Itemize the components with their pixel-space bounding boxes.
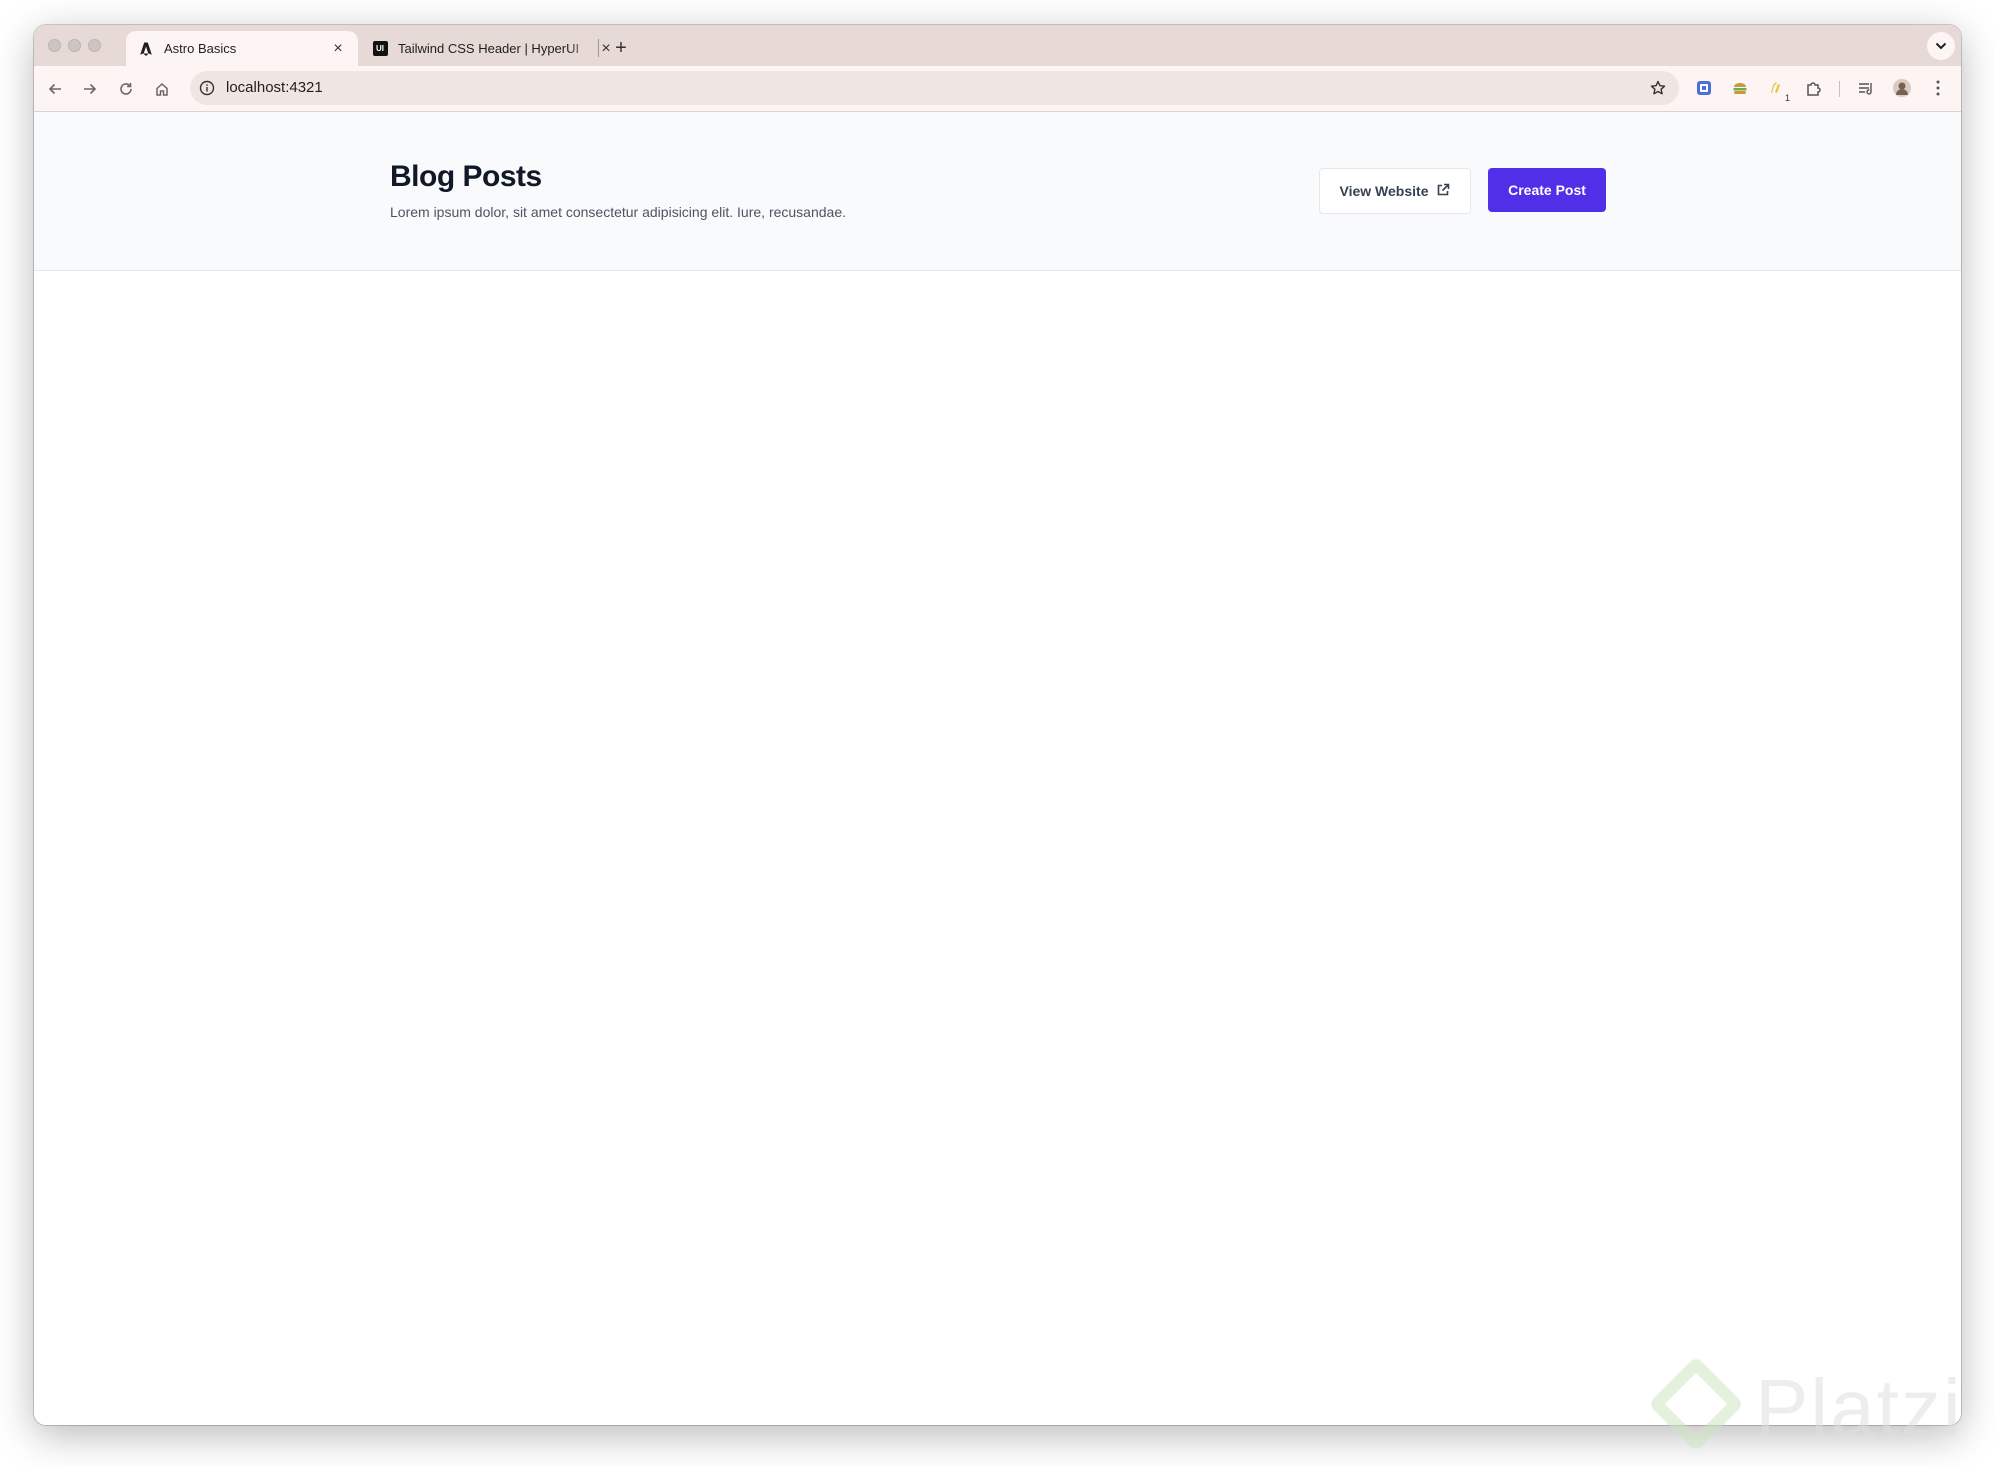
ext-blue-icon[interactable] bbox=[1692, 76, 1716, 100]
tab-astro-basics[interactable]: Astro Basics × bbox=[126, 31, 358, 66]
ext-pencil-icon[interactable]: 1 bbox=[1764, 76, 1790, 103]
astro-icon bbox=[138, 41, 154, 57]
tab-title: Astro Basics bbox=[164, 41, 237, 56]
puzzle-icon[interactable] bbox=[1802, 76, 1826, 100]
new-tab-icon[interactable]: + bbox=[608, 35, 634, 61]
close-window-button[interactable] bbox=[48, 39, 61, 52]
tab-search-chevron-icon[interactable] bbox=[1927, 32, 1955, 60]
view-website-label: View Website bbox=[1339, 183, 1429, 199]
watermark-text: Platzi bbox=[1755, 1363, 1963, 1452]
tab-title: Tailwind CSS Header | HyperUI bbox=[398, 41, 580, 56]
url-text[interactable]: localhost:4321 bbox=[226, 71, 323, 105]
page-header: Blog Posts Lorem ipsum dolor, sit amet c… bbox=[34, 112, 1961, 271]
minimize-window-button[interactable] bbox=[68, 39, 81, 52]
forward-icon[interactable] bbox=[76, 75, 104, 103]
info-icon[interactable] bbox=[198, 79, 216, 97]
ext-sandwich-icon[interactable] bbox=[1728, 76, 1752, 100]
view-website-button[interactable]: View Website bbox=[1319, 168, 1471, 214]
home-icon[interactable] bbox=[148, 75, 176, 103]
page-viewport: Blog Posts Lorem ipsum dolor, sit amet c… bbox=[34, 112, 1961, 1425]
page-subtitle: Lorem ipsum dolor, sit amet consectetur … bbox=[390, 204, 847, 220]
address-bar[interactable]: localhost:4321 bbox=[190, 71, 1679, 105]
tab-hyperui[interactable]: UI Tailwind CSS Header | HyperUI × bbox=[362, 31, 624, 66]
reading-list-icon[interactable] bbox=[1854, 76, 1878, 100]
back-icon[interactable] bbox=[41, 75, 69, 103]
external-link-icon bbox=[1436, 183, 1450, 200]
tab-divider bbox=[598, 39, 599, 57]
platzi-logo-icon bbox=[1647, 1355, 1745, 1453]
more-menu-icon[interactable] bbox=[1926, 76, 1950, 100]
bookmark-star-icon[interactable] bbox=[1647, 77, 1669, 99]
tab-strip: Astro Basics × UI Tailwind CSS Header | … bbox=[34, 25, 1961, 66]
close-tab-icon[interactable]: × bbox=[330, 40, 346, 57]
browser-toolbar: localhost:4321 1 bbox=[34, 66, 1961, 112]
toolbar-divider bbox=[1839, 81, 1840, 97]
page-title: Blog Posts bbox=[390, 160, 542, 193]
zoom-window-button[interactable] bbox=[88, 39, 101, 52]
hyperui-icon: UI bbox=[372, 41, 388, 57]
browser-window: Astro Basics × UI Tailwind CSS Header | … bbox=[34, 25, 1961, 1425]
create-post-button[interactable]: Create Post bbox=[1488, 168, 1606, 212]
platzi-watermark: Platzi bbox=[1640, 1340, 1980, 1460]
reload-icon[interactable] bbox=[112, 75, 140, 103]
profile-avatar[interactable] bbox=[1890, 76, 1914, 100]
